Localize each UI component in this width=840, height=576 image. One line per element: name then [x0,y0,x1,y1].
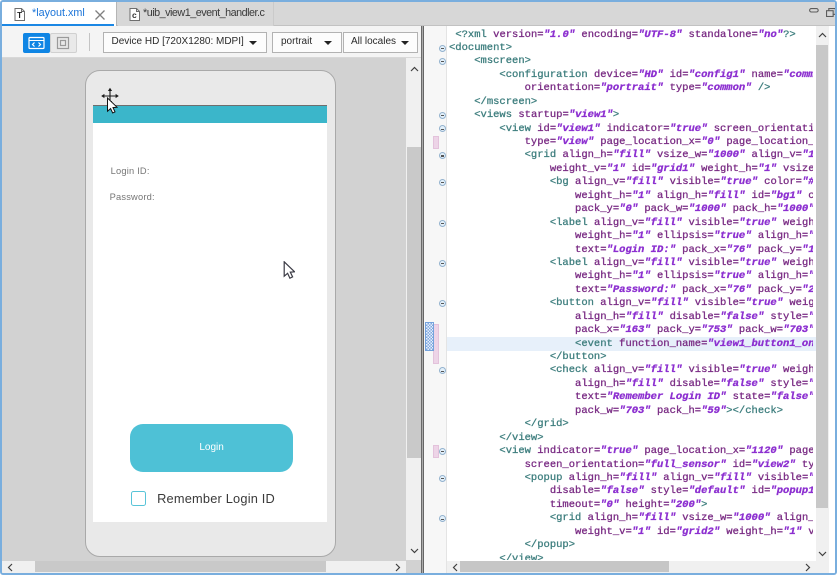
svg-text:c: c [132,10,137,20]
svg-text:T: T [17,11,22,20]
